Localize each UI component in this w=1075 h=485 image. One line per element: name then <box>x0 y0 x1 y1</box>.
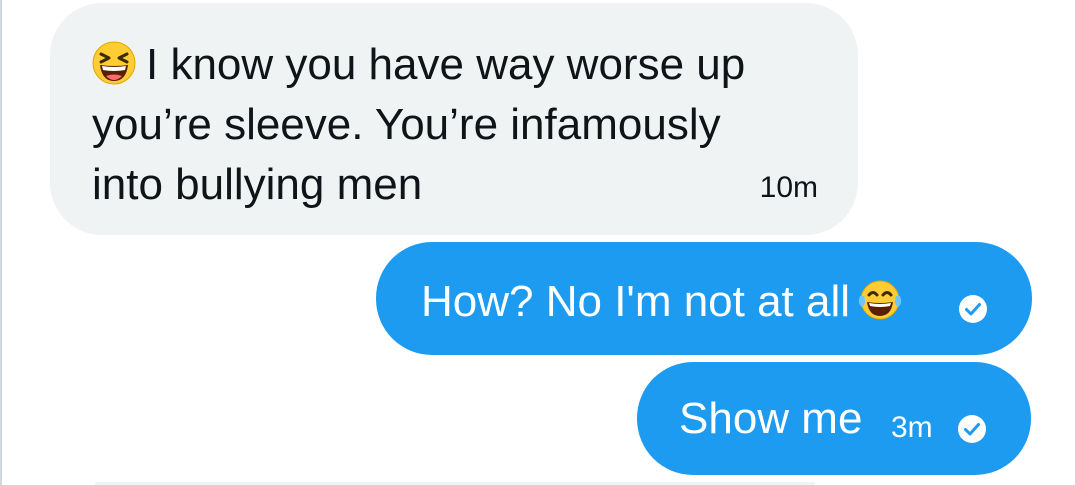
incoming-message-text: I know you have way worse up you’re slee… <box>92 35 792 215</box>
outgoing-message-bubble[interactable]: Show me 3m <box>637 362 1031 475</box>
incoming-message-bubble[interactable]: I know you have way worse up you’re slee… <box>50 3 858 235</box>
face-with-tears-of-joy-icon <box>858 280 902 320</box>
outgoing-message-time: 3m <box>891 411 933 444</box>
sent-check-icon <box>959 295 987 323</box>
incoming-message-body: I know you have way worse up you’re slee… <box>92 40 746 209</box>
outgoing-message-text: How? No I'm not at all <box>421 276 904 326</box>
incoming-message-time: 10m <box>759 171 818 204</box>
outgoing-message-body: How? No I'm not at all <box>421 277 851 326</box>
outgoing-message-text: Show me <box>679 394 863 443</box>
sent-check-icon <box>958 415 986 443</box>
conversation-left-border <box>0 0 2 485</box>
grinning-squinting-face-icon <box>92 41 136 85</box>
outgoing-message-bubble[interactable]: How? No I'm not at all <box>376 242 1032 355</box>
